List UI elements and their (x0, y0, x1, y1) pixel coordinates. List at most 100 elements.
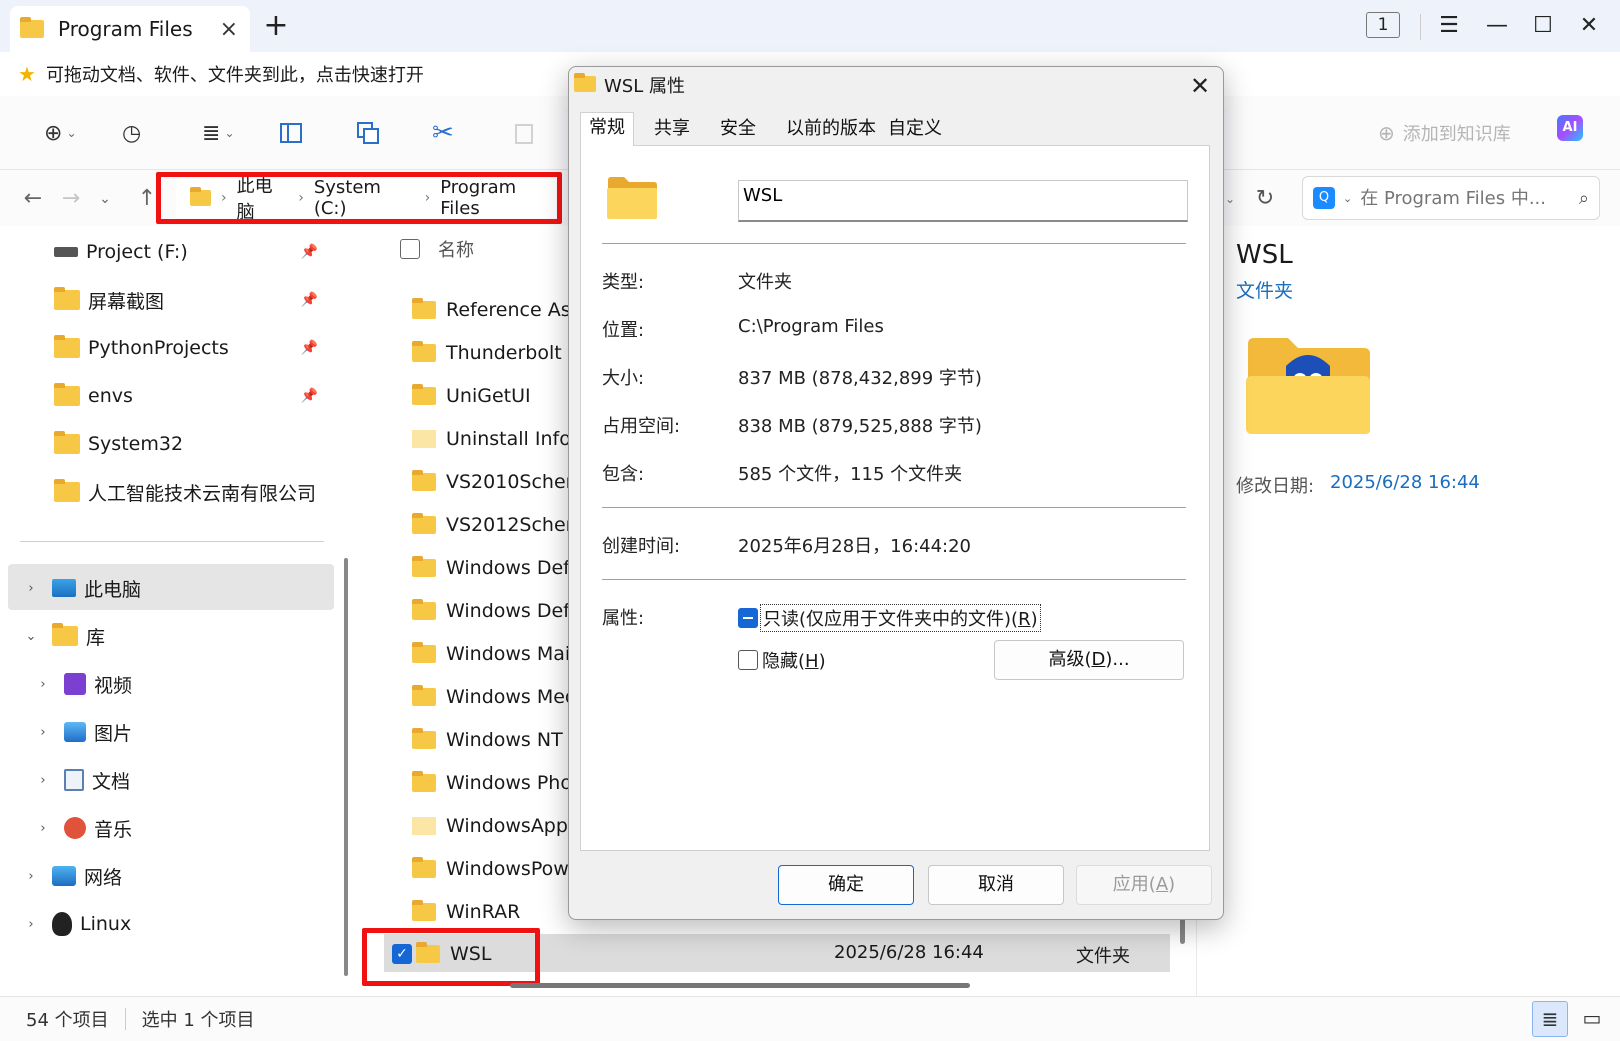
view-button[interactable]: ≣ ⌄ (202, 116, 235, 150)
chevron-right-icon[interactable]: › (34, 821, 52, 836)
chevron-right-icon[interactable]: › (22, 917, 40, 932)
apply-access-key: A (1155, 874, 1169, 895)
file-row[interactable]: Thunderbolt S (412, 333, 580, 373)
readonly-checkbox-indeterminate[interactable] (738, 608, 758, 628)
forward-arrow-icon[interactable]: → (54, 182, 88, 216)
window-count-badge[interactable]: 1 (1366, 12, 1400, 38)
hidden-checkbox[interactable] (738, 650, 758, 670)
new-button[interactable]: ⊕ ⌄ (44, 116, 77, 150)
copy-button[interactable] (356, 116, 380, 150)
recent-button[interactable]: ◷ (122, 116, 141, 150)
dialog-close-button[interactable]: ✕ (1182, 68, 1218, 104)
preview-view-icon[interactable]: ▭ (1574, 1001, 1610, 1037)
sidebar-item-pictures[interactable]: › 图片 (0, 710, 332, 754)
file-row[interactable]: WinRAR (412, 892, 520, 932)
new-tab-button[interactable]: + (258, 8, 294, 44)
chevron-down-icon[interactable]: ⌄ (22, 629, 40, 644)
column-header-name[interactable]: 名称 (438, 236, 474, 262)
file-row[interactable]: Windows NT (412, 720, 563, 760)
sidebar-item-music[interactable]: › 音乐 (0, 806, 332, 850)
advanced-text: 高级( (1048, 649, 1092, 670)
search-icon[interactable]: ⌕ (1579, 188, 1589, 209)
chevron-right-icon[interactable]: › (22, 869, 40, 884)
file-row[interactable]: Windows Phot (412, 763, 579, 803)
search-box[interactable]: Q ⌄ ⌕ (1302, 176, 1600, 220)
folder-name-input[interactable] (738, 180, 1188, 222)
sidebar-scrollbar[interactable] (344, 558, 348, 976)
sidebar-item-company-folder[interactable]: 人工智能技术云南有限公司 (0, 470, 332, 514)
folder-icon (412, 556, 436, 577)
sidebar-item-linux[interactable]: › Linux (0, 902, 332, 946)
sidebar-item-screenshots[interactable]: 屏幕截图 📌 (0, 278, 332, 322)
star-icon: ★ (18, 62, 36, 86)
clock-icon: ◷ (122, 120, 142, 146)
hidden-text: 隐藏( (762, 651, 806, 672)
tab-sharing[interactable]: 共享 (646, 114, 698, 144)
sidebar-item-documents[interactable]: › 文档 (0, 758, 332, 802)
cut-button[interactable]: ✂ (432, 116, 454, 150)
chevron-down-icon: ⌄ (224, 126, 235, 140)
sidebar-item-network[interactable]: › 网络 (0, 854, 332, 898)
folder-icon (412, 728, 436, 749)
recent-locations-chevron-icon[interactable]: ⌄ (88, 182, 122, 216)
maximize-button[interactable]: ☐ (1520, 10, 1566, 42)
tab-customize[interactable]: 自定义 (880, 114, 950, 144)
file-row[interactable]: Windows Defe (412, 548, 582, 588)
details-view-icon[interactable]: ≣ (1532, 1001, 1568, 1037)
file-row[interactable]: UniGetUI (412, 376, 531, 416)
file-row[interactable]: Windows Defe (412, 591, 582, 631)
minimize-button[interactable]: — (1474, 10, 1520, 42)
tab-general[interactable]: 常规 (580, 112, 634, 146)
select-all-checkbox[interactable] (400, 239, 420, 259)
apply-button[interactable]: 应用(A) (1076, 865, 1212, 905)
menu-button[interactable]: ☰ (1426, 10, 1472, 42)
file-row[interactable]: VS2010Schem (412, 462, 584, 502)
library-icon (52, 623, 78, 646)
file-name: Windows NT (446, 729, 563, 751)
add-to-knowledge-base-button[interactable]: ⊕ 添加到知识库 (1378, 116, 1511, 150)
ok-button[interactable]: 确定 (778, 865, 914, 905)
file-row[interactable]: Reference Asse (412, 290, 592, 330)
cancel-button[interactable]: 取消 (928, 865, 1064, 905)
chevron-right-icon[interactable]: › (34, 773, 52, 788)
pin-icon: 📌 (300, 388, 318, 404)
search-engine-icon[interactable]: Q (1313, 187, 1335, 209)
chevron-right-icon[interactable]: › (22, 581, 40, 596)
search-input[interactable] (1360, 187, 1551, 209)
preview-pane-button[interactable] (280, 116, 302, 150)
sidebar-item-envs[interactable]: envs 📌 (0, 374, 332, 418)
sidebar-item-system32[interactable]: System32 (0, 422, 332, 466)
advanced-button[interactable]: 高级(D)... (994, 640, 1184, 680)
chevron-right-icon[interactable]: › (34, 725, 52, 740)
item-count: 54 个项目 (26, 1010, 109, 1031)
file-row[interactable]: VS2012Schem (412, 505, 584, 545)
sidebar-item-pythonprojects[interactable]: PythonProjects 📌 (0, 326, 332, 370)
sidebar-item-project-f[interactable]: Project (F:) 📌 (0, 230, 332, 274)
paste-button[interactable] (512, 116, 536, 150)
close-window-button[interactable]: ✕ (1566, 10, 1612, 42)
ai-assistant-button[interactable]: AI (1557, 115, 1583, 141)
readonly-label[interactable]: 只读(仅应用于文件夹中的文件)(R) (760, 604, 1041, 632)
sidebar-item-this-pc[interactable]: › 此电脑 (0, 566, 332, 610)
chevron-right-icon[interactable]: › (34, 677, 52, 692)
horizontal-scrollbar[interactable] (510, 983, 970, 988)
hidden-label[interactable]: 隐藏(H) (762, 647, 826, 673)
sidebar-item-library[interactable]: ⌄ 库 (0, 614, 332, 658)
tab-previous-versions[interactable]: 以前的版本 (778, 114, 884, 144)
chevron-down-icon[interactable]: ⌄ (1343, 192, 1352, 205)
file-row[interactable]: WindowsPowe (412, 849, 580, 889)
tab-security[interactable]: 安全 (712, 114, 764, 144)
file-row[interactable]: Uninstall Inforr (412, 419, 586, 459)
back-arrow-icon[interactable]: ← (16, 182, 50, 216)
tab-program-files[interactable]: Program Files × (10, 6, 250, 52)
file-row[interactable]: Windows Mail (412, 634, 575, 674)
refresh-icon[interactable]: ↻ (1248, 182, 1282, 216)
folder-icon (412, 642, 436, 663)
readonly-access-key: R (1018, 609, 1031, 630)
file-row[interactable]: Windows Med (412, 677, 577, 717)
dialog-title: WSL 属性 (604, 76, 685, 97)
details-modified-label: 修改日期: (1236, 476, 1315, 497)
close-tab-icon[interactable]: × (220, 17, 238, 42)
sidebar-item-videos[interactable]: › 视频 (0, 662, 332, 706)
file-row[interactable]: WindowsApps (412, 806, 578, 846)
